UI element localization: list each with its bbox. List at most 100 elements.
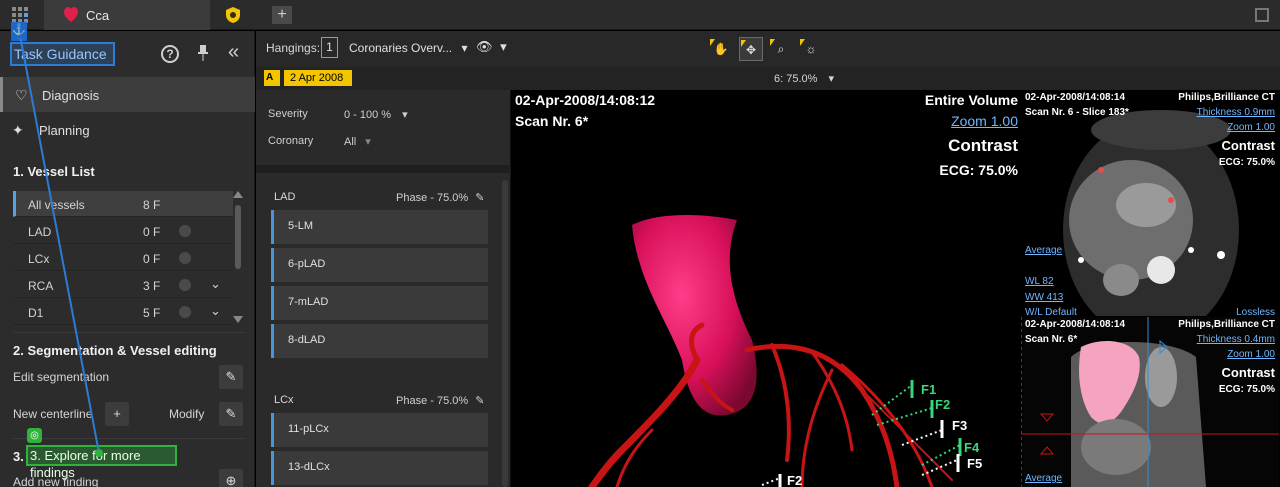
shield-icon[interactable] [224,6,242,24]
layout-dropdown[interactable]: Coronaries Overv... ▾ [349,41,468,55]
new-centerline-button[interactable]: + [105,402,129,426]
finding-label[interactable]: F5 [967,456,982,471]
axial-thickness-link[interactable]: Thickness 0.9mm [1197,107,1275,118]
vessel-count: 0 F [143,225,161,239]
vessel-row-lad[interactable]: LAD 0 F [13,218,233,244]
pan-tool-icon[interactable]: ✋ [709,37,733,61]
collapse-panel-icon[interactable]: « [228,41,239,64]
sagittal-ecg: ECG: 75.0% [1218,384,1275,395]
status-dot-icon [179,225,191,237]
segment-item[interactable]: 8-dLAD [271,324,488,358]
axial-ecg: ECG: 75.0% [1218,157,1275,168]
visibility-dropdown[interactable]: 👁 ▾ [476,39,507,55]
axial-lossless-link[interactable]: Lossless [1236,307,1275,316]
sagittal-scan: Scan Nr. 6* [1025,334,1078,345]
help-icon[interactable]: ? [161,45,179,63]
nav-diagnosis-label: Diagnosis [42,88,100,103]
sagittal-thickness-link[interactable]: Thickness 0.4mm [1197,334,1275,345]
coronary-label: Coronary [268,135,314,147]
add-finding-button[interactable]: ⊕ [219,469,243,487]
main-zoom-link[interactable]: Zoom 1.00 [951,113,1018,129]
coronary-dropdown[interactable]: All ▾ [344,135,371,148]
finding-label[interactable]: F3 [952,418,967,433]
scroll-down-icon[interactable] [233,316,243,323]
axial-ww-link[interactable]: WW 413 [1025,292,1063,303]
group-phase-lcx[interactable]: Phase - 75.0% ✎ [396,394,484,407]
segment-label: 7-mLAD [288,296,329,308]
coronary-value: All [344,136,357,148]
findings-scrollbar[interactable] [502,180,508,487]
divider [13,332,245,333]
axial-wl-link[interactable]: WL 82 [1025,276,1054,287]
nav-planning[interactable]: ✦ Planning [0,112,255,147]
edit-icon[interactable]: ✎ [475,192,484,204]
scroll-up-icon[interactable] [233,191,243,198]
edit-segmentation-button[interactable]: ✎ [219,365,243,389]
severity-value: 0 - 100 % [344,109,392,121]
tab-cca[interactable]: Cca [44,0,210,30]
fullscreen-icon[interactable] [1255,8,1269,22]
vessel-name: LAD [28,225,52,239]
chevron-down-icon[interactable]: ⌄ [210,303,221,319]
chevron-down-icon[interactable]: ⌄ [210,276,221,292]
chevron-down-icon: ▾ [500,39,507,54]
pin-icon[interactable] [197,44,209,62]
study-date-badge[interactable]: 2 Apr 2008 [284,70,352,86]
segment-label: 8-dLAD [288,334,326,346]
axial-contrast: Contrast [1221,138,1275,153]
add-new-finding-label: Add new finding [13,475,99,487]
findings-panel: Severity 0 - 100 % ▾ Coronary All ▾ LAD … [256,90,511,487]
finding-label[interactable]: F1 [921,382,936,397]
nav-planning-label: Planning [39,123,90,138]
anchor-icon: ⚓ [11,22,27,38]
segment-item[interactable]: 7-mLAD [271,286,488,320]
vessel-row-rca[interactable]: RCA 3 F ⌄ [13,272,233,298]
segment-label: 5-LM [288,220,314,232]
finding-label[interactable]: F2 [787,473,802,487]
tab-bar: Cca + [0,0,1280,30]
status-dot-icon [179,279,191,291]
scroll-thumb[interactable] [235,205,241,269]
edit-icon[interactable]: ✎ [475,395,484,407]
volume-render-viewport[interactable]: F1 F2 F3 F4 F5 F2 02-Apr-2008/14:08:12 S… [512,90,1020,487]
sagittal-datetime: 02-Apr-2008/14:08:14 [1025,319,1126,330]
study-date-strip: A 2 Apr 2008 6: 75.0% ▾ [256,67,1280,90]
segment-item[interactable]: 11-pLCx [271,413,488,447]
axial-viewport[interactable]: 02-Apr-2008/14:08:14 Scan Nr. 6 - Slice … [1021,90,1279,316]
group-phase-lad[interactable]: Phase - 75.0% ✎ [396,191,484,204]
zoom-tool-icon[interactable]: ⌕ [769,37,793,61]
axial-zoom-link[interactable]: Zoom 1.00 [1227,122,1275,133]
vessel-list-scrollbar[interactable] [233,191,243,323]
window-level-tool-icon[interactable]: ☼ [799,37,823,61]
vessel-name: All vessels [28,198,85,212]
vessel-row-all[interactable]: All vessels 8 F [13,191,233,217]
axial-average-link[interactable]: Average [1025,245,1062,256]
nav-diagnosis[interactable]: ♡ Diagnosis [0,77,255,112]
chevron-down-icon: ▾ [365,136,371,148]
viewer-toolbar: Hangings: 1 Coronaries Overv... ▾ 👁 ▾ ✋ … [256,31,1280,67]
explore-findings-highlight[interactable]: 3. Explore for more findings [26,445,177,480]
vessel-name: D1 [28,306,44,320]
modify-button[interactable]: ✎ [219,402,243,426]
segment-item[interactable]: 13-dLCx [271,451,488,485]
phase-selector[interactable]: 6: 75.0% ▾ [774,72,834,85]
add-tab-button[interactable]: + [272,6,292,24]
target-icon: ◎ [27,428,42,443]
hangings-count[interactable]: 1 [321,37,338,58]
vessel-row-lcx[interactable]: LCx 0 F [13,245,233,271]
severity-dropdown[interactable]: 0 - 100 % ▾ [344,108,408,121]
vessel-name: RCA [28,279,54,293]
move-tool-icon[interactable]: ✥ [739,37,763,61]
segment-item[interactable]: 5-LM [271,210,488,244]
vessel-row-d1[interactable]: D1 5 F ⌄ [13,299,233,325]
study-a-badge[interactable]: A [264,70,280,86]
sagittal-zoom-link[interactable]: Zoom 1.00 [1227,349,1275,360]
modify-centerline-icon: ✎ [225,406,237,421]
finding-label[interactable]: F4 [964,440,979,455]
heart-icon [64,7,78,22]
sagittal-average-link[interactable]: Average [1025,473,1062,484]
segment-item[interactable]: 6-pLAD [271,248,488,282]
axial-wl-default-link[interactable]: W/L Default [1025,307,1077,316]
finding-label[interactable]: F2 [935,397,950,412]
sagittal-viewport[interactable]: 02-Apr-2008/14:08:14 Scan Nr. 6* Philips… [1021,317,1279,487]
